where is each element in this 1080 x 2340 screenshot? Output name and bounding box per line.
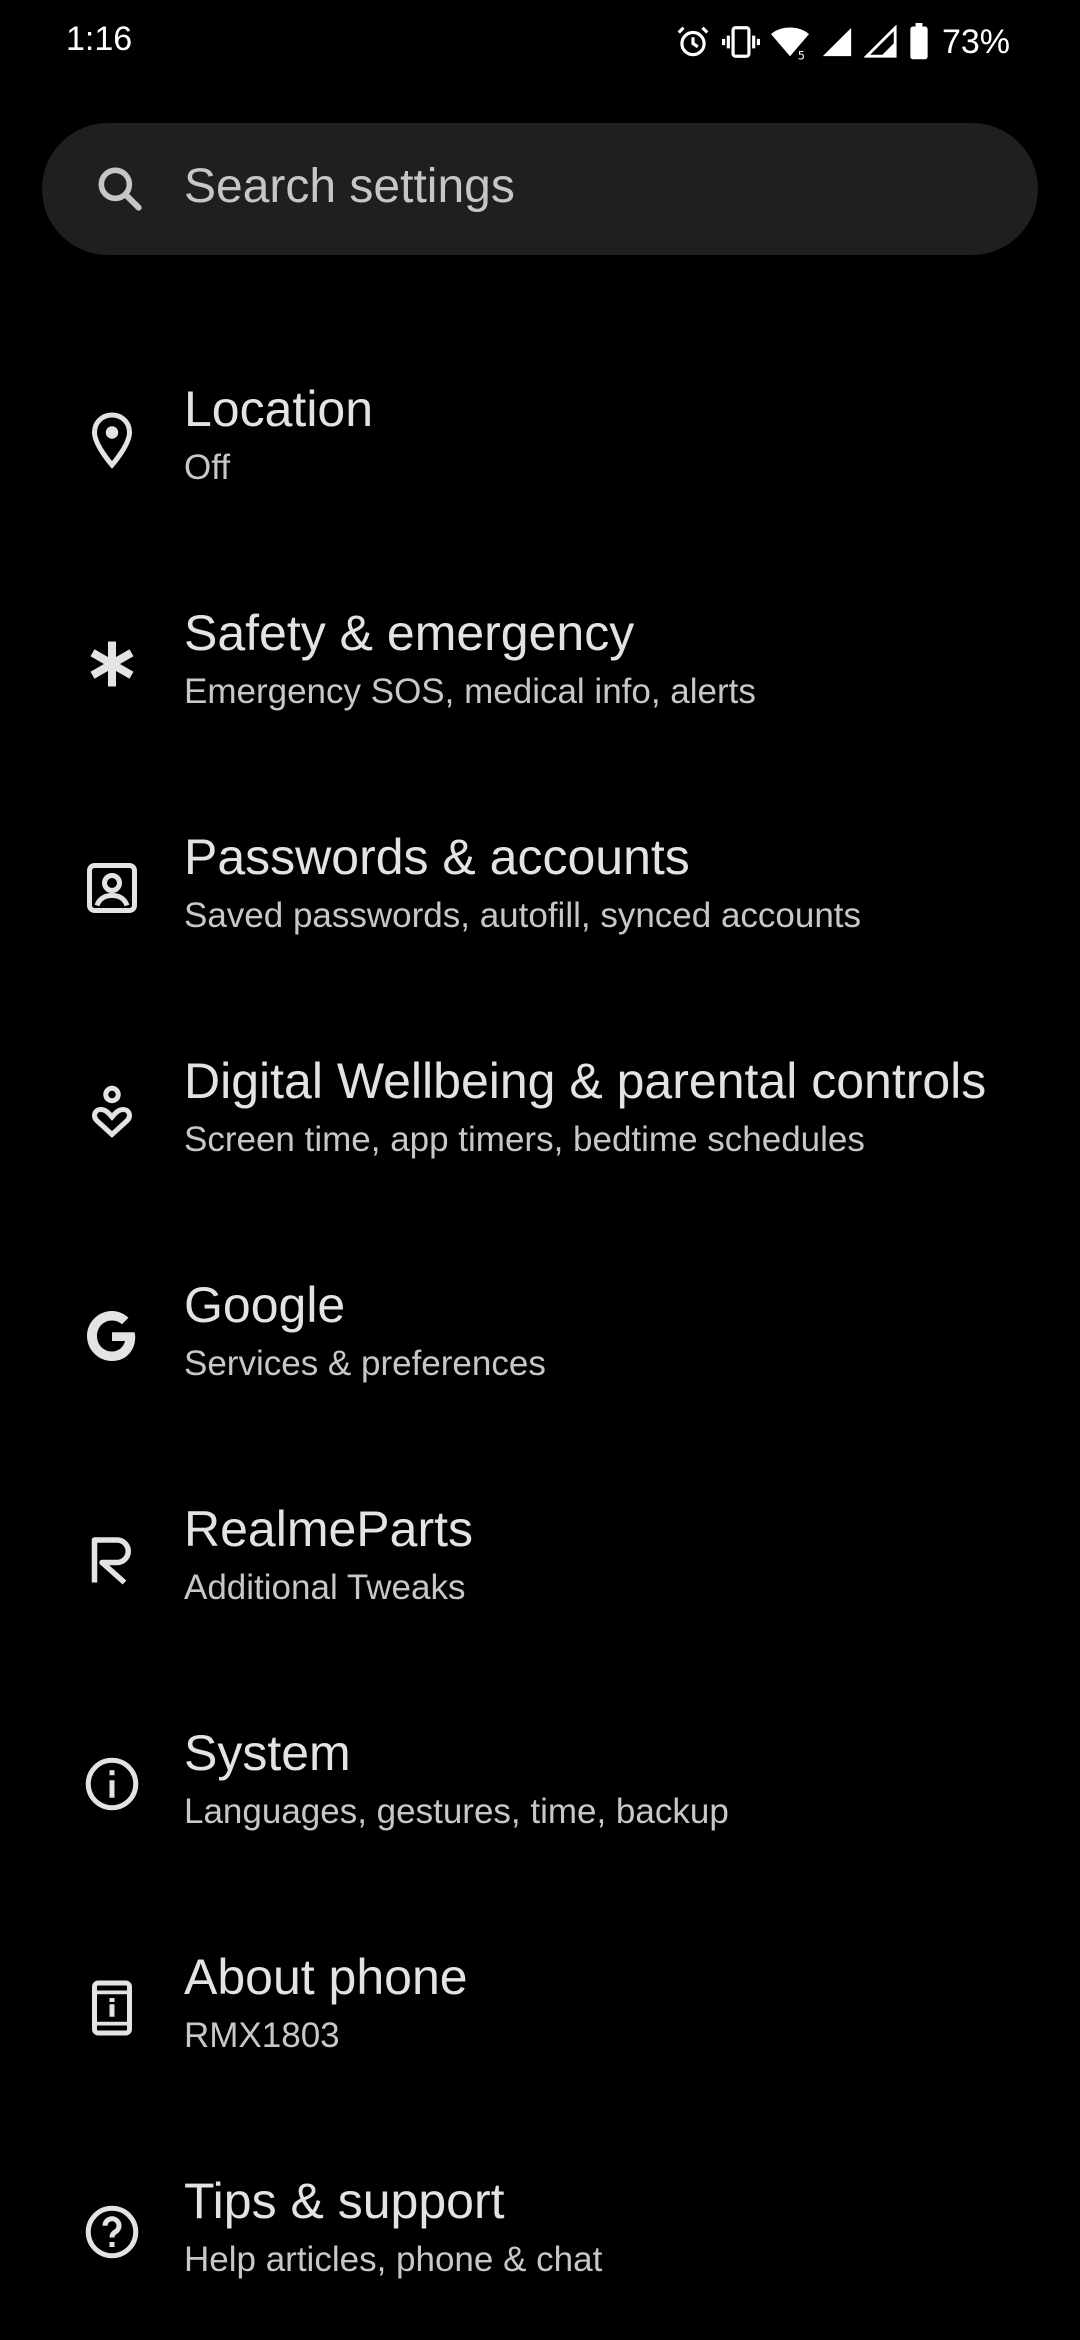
battery-icon: [908, 23, 930, 61]
settings-item-subtitle: Help articles, phone & chat: [184, 2240, 603, 2279]
settings-item-subtitle: Off: [184, 448, 231, 487]
settings-item-digital-wellbeing[interactable]: Digital Wellbeing & parental controls Sc…: [0, 996, 1080, 1220]
settings-item-subtitle: Languages, gestures, time, backup: [184, 1792, 729, 1831]
settings-item-title: About phone: [184, 1949, 468, 2005]
phone-info-icon: [82, 1978, 142, 2038]
settings-item-title: Safety & emergency: [184, 605, 635, 661]
settings-item-subtitle: Additional Tweaks: [184, 1568, 466, 1607]
info-icon: [82, 1754, 142, 1814]
wifi-icon: 5: [770, 23, 810, 61]
search-icon: [92, 161, 148, 217]
settings-item-title: Google: [184, 1277, 346, 1333]
signal-icon: [820, 25, 854, 59]
settings-item-about-phone[interactable]: About phone RMX1803: [0, 1892, 1080, 2116]
settings-item-subtitle: Emergency SOS, medical info, alerts: [184, 672, 756, 711]
search-bar[interactable]: Search settings: [42, 123, 1038, 255]
help-icon: [82, 2202, 142, 2262]
signal-icon: [863, 25, 898, 59]
settings-item-location[interactable]: Location Off: [0, 324, 1080, 548]
settings-item-title: RealmeParts: [184, 1501, 473, 1557]
vibrate-icon: [721, 23, 760, 61]
settings-item-subtitle: RMX1803: [184, 2016, 340, 2055]
asterisk-icon: [82, 634, 142, 694]
settings-item-title: Digital Wellbeing & parental controls: [184, 1053, 987, 1109]
battery-percent: 73%: [941, 22, 1010, 61]
wellbeing-icon: [82, 1082, 142, 1142]
account-box-icon: [82, 858, 142, 918]
settings-item-passwords[interactable]: Passwords & accounts Saved passwords, au…: [0, 772, 1080, 996]
alarm-icon: [674, 23, 712, 61]
settings-item-system[interactable]: System Languages, gestures, time, backup: [0, 1668, 1080, 1892]
settings-item-subtitle: Saved passwords, autofill, synced accoun…: [184, 896, 862, 935]
realme-icon: [82, 1530, 142, 1590]
settings-item-title: System: [184, 1725, 351, 1781]
svg-text:5: 5: [798, 49, 805, 61]
status-icons: 5 73%: [674, 20, 1010, 64]
settings-item-subtitle: Screen time, app timers, bedtime schedul…: [184, 1120, 865, 1159]
settings-item-subtitle: Services & preferences: [184, 1344, 546, 1383]
status-time: 1:16: [66, 20, 133, 58]
settings-item-title: Tips & support: [184, 2173, 505, 2229]
settings-item-google[interactable]: Google Services & preferences: [0, 1220, 1080, 1444]
settings-item-realmeparts[interactable]: RealmeParts Additional Tweaks: [0, 1444, 1080, 1668]
settings-item-tips-support[interactable]: Tips & support Help articles, phone & ch…: [0, 2116, 1080, 2340]
settings-item-title: Location: [184, 381, 374, 437]
search-input[interactable]: Search settings: [184, 159, 515, 214]
location-pin-icon: [82, 410, 142, 470]
settings-item-title: Passwords & accounts: [184, 829, 690, 885]
settings-item-safety[interactable]: Safety & emergency Emergency SOS, medica…: [0, 548, 1080, 772]
google-icon: [82, 1306, 142, 1366]
status-bar: 1:16 5 73%: [0, 0, 1080, 84]
